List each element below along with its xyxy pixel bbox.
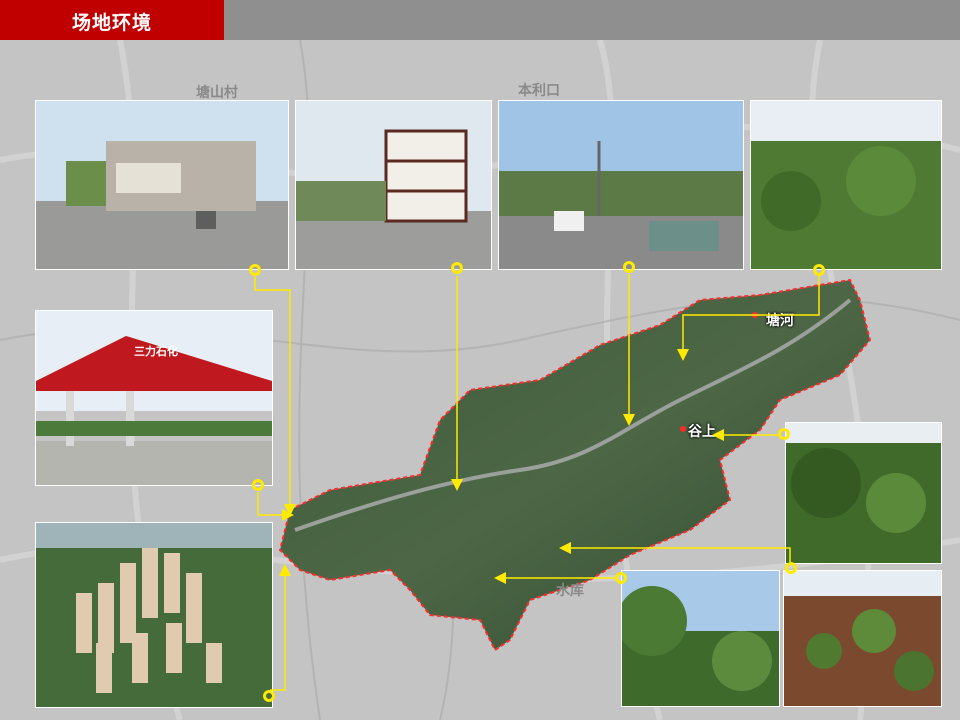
photo-forest-slope — [785, 422, 942, 564]
map-label-center-village: 谷上 — [688, 424, 716, 440]
photo-timber-building — [295, 100, 492, 270]
photo-marker — [252, 479, 264, 491]
photo-marker — [778, 428, 790, 440]
photo-marker — [451, 262, 463, 274]
photo-marker — [785, 562, 797, 574]
photo-road-car — [498, 100, 744, 270]
gas-station-sign: 三力石化 — [134, 345, 178, 358]
photo-red-soil-slope — [783, 570, 942, 707]
map-label-top-left: 塘山村 — [196, 85, 238, 101]
map-label-east-village: 塘河 — [766, 313, 794, 329]
photo-marker — [615, 572, 627, 584]
photo-marker — [623, 261, 635, 273]
photo-hill-vegetation — [750, 100, 942, 270]
photo-residential-rendering — [35, 522, 273, 708]
photo-street-buildings — [35, 100, 289, 270]
photo-marker — [263, 690, 275, 702]
photo-gas-station: 三力石化 — [35, 310, 273, 486]
page-title: 场地环境 — [72, 12, 153, 34]
photo-trees-sky — [621, 570, 780, 707]
photo-marker — [813, 264, 825, 276]
header-bar — [224, 0, 960, 40]
photo-marker — [249, 264, 261, 276]
map-label-top-center: 本利口 — [518, 83, 560, 99]
map-label-south-village: 水库 — [556, 583, 584, 599]
